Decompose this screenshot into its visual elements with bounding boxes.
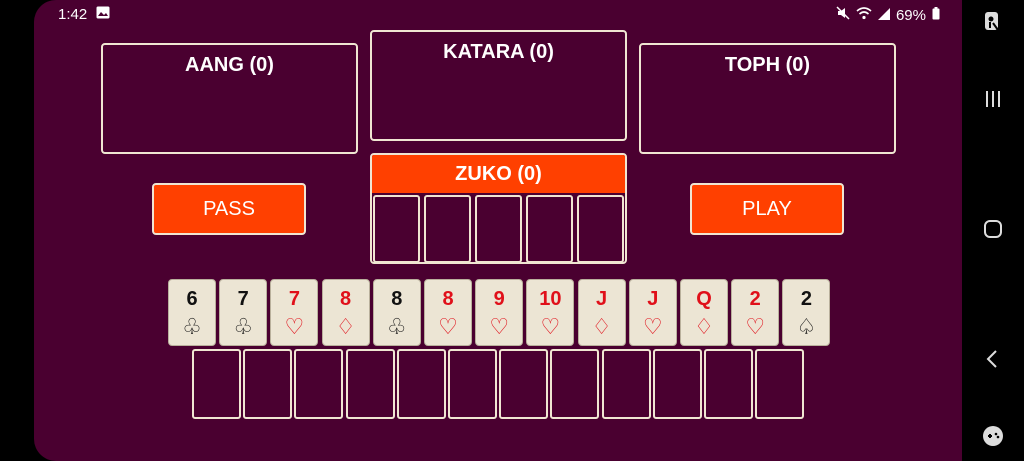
played-card-slot — [373, 195, 420, 263]
hand-card[interactable]: 7 ♡ — [270, 279, 319, 346]
card-suit-icon: ♡ — [284, 314, 305, 339]
hand-card[interactable]: 8 ♧ — [372, 279, 421, 346]
player-name-katara: KATARA (0) — [443, 41, 554, 63]
selection-slot — [550, 349, 600, 419]
card-suit-icon: ♧ — [233, 314, 254, 339]
card-suit-icon: ♡ — [540, 314, 561, 339]
played-card-slot — [475, 195, 522, 263]
hand-card[interactable]: 9 ♡ — [475, 279, 524, 346]
selection-slot — [294, 349, 344, 419]
card-rank: 9 — [493, 288, 505, 310]
hand-card[interactable]: J ♢ — [577, 279, 626, 346]
player-box-aang: AANG (0) — [101, 43, 358, 154]
card-rank: 6 — [186, 288, 198, 310]
card-rank: 8 — [340, 288, 352, 310]
mute-icon — [836, 6, 850, 24]
recent-apps-icon[interactable] — [962, 88, 1024, 116]
selection-slot — [396, 349, 446, 419]
home-icon[interactable] — [962, 218, 1024, 246]
played-card-slot — [526, 195, 573, 263]
player-box-toph: TOPH (0) — [639, 43, 896, 154]
battery-icon — [932, 6, 940, 24]
hand-card[interactable]: 10 ♡ — [526, 279, 575, 346]
hand-card[interactable]: 6 ♧ — [168, 279, 216, 346]
card-suit-icon: ♧ — [182, 314, 202, 339]
card-suit-icon: ♢ — [591, 314, 612, 339]
selection-slot — [345, 349, 395, 419]
card-suit-icon: ♢ — [335, 314, 356, 339]
card-suit-icon: ♢ — [694, 314, 714, 339]
selection-slot — [192, 349, 241, 419]
card-rank: 2 — [749, 288, 761, 310]
played-card-slot — [424, 195, 471, 263]
card-rank: 2 — [800, 288, 812, 310]
selection-slot — [243, 349, 293, 419]
hand-card[interactable]: 2 ♡ — [731, 279, 780, 346]
selection-slot — [704, 349, 753, 419]
card-suit-icon: ♡ — [489, 314, 510, 339]
card-rank: 7 — [288, 288, 300, 310]
card-suit-icon: ♡ — [642, 314, 663, 339]
status-indicators: 69% — [836, 6, 940, 24]
selection-slot — [499, 349, 549, 419]
selection-slot — [755, 349, 805, 419]
hand-card[interactable]: 7 ♧ — [219, 279, 268, 346]
hand-card[interactable]: 2 ♤ — [782, 279, 831, 346]
card-suit-icon: ♧ — [386, 314, 407, 339]
play-button[interactable]: PLAY — [690, 183, 844, 235]
card-rank: J — [596, 288, 608, 310]
hand-card[interactable]: 8 ♢ — [321, 279, 370, 346]
card-rank: 7 — [237, 288, 249, 310]
card-rank: J — [647, 288, 659, 310]
played-card-slot — [577, 195, 624, 263]
signal-icon — [877, 7, 890, 24]
battery-text: 69% — [895, 6, 926, 24]
card-rank: Q — [696, 288, 712, 310]
player-name-toph: TOPH (0) — [724, 54, 811, 76]
card-rank: 8 — [391, 288, 403, 310]
back-icon[interactable] — [962, 348, 1024, 376]
hand-card[interactable]: Q ♢ — [680, 279, 728, 346]
game-tools-icon[interactable] — [962, 10, 1024, 40]
player-name-zuko: ZUKO (0) — [372, 155, 625, 193]
image-icon — [96, 6, 110, 23]
card-rank: 8 — [442, 288, 454, 310]
wifi-icon — [856, 6, 872, 24]
pass-button[interactable]: PASS — [152, 183, 306, 235]
card-suit-icon: ♡ — [438, 314, 458, 339]
card-suit-icon: ♤ — [796, 314, 817, 339]
navigation-bar — [962, 0, 1024, 461]
player-box-katara: KATARA (0) — [370, 30, 627, 141]
game-screen: 1:42 69% AANG (0) KATARA (0) TOPH (0) ZU… — [34, 0, 962, 461]
gamepad-icon[interactable] — [962, 424, 1024, 454]
card-rank: 10 — [539, 288, 562, 310]
hand-card[interactable]: J ♡ — [628, 279, 677, 346]
player-box-zuko: ZUKO (0) — [370, 153, 627, 264]
selection-slot — [601, 349, 651, 419]
player-name-aang: AANG (0) — [185, 54, 274, 76]
selection-slot — [652, 349, 702, 419]
card-suit-icon: ♡ — [745, 314, 766, 339]
selection-slot — [448, 349, 497, 419]
hand-card[interactable]: 8 ♡ — [424, 279, 472, 346]
status-time: 1:42 — [58, 6, 88, 23]
